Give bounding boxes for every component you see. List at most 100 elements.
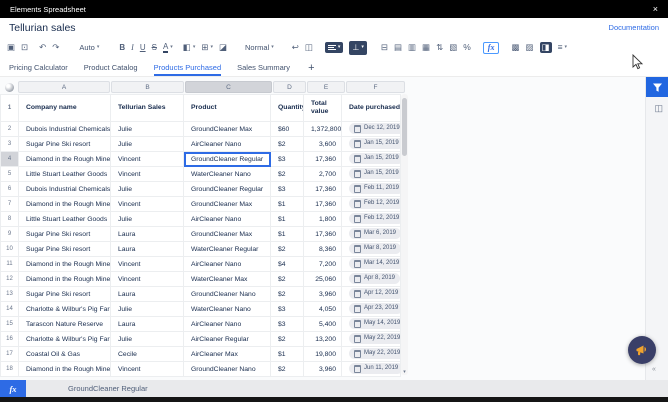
- cell-total[interactable]: 17,360: [304, 227, 342, 242]
- row-number[interactable]: 17: [1, 347, 19, 362]
- fx-function-button[interactable]: fx: [483, 42, 500, 54]
- cell-date[interactable]: Mar 6, 2019: [342, 227, 401, 242]
- cell-product[interactable]: AirCleaner Nano: [184, 317, 271, 332]
- cell-total[interactable]: 1,372,800: [304, 122, 342, 137]
- header-cell[interactable]: Date purchased: [342, 95, 401, 122]
- cell-sales[interactable]: Vincent: [111, 362, 184, 377]
- insert-chart-icon[interactable]: ▨: [526, 43, 534, 52]
- cell-product[interactable]: WaterCleaner Regular: [184, 242, 271, 257]
- cell-total[interactable]: 17,360: [304, 152, 342, 167]
- cell-total[interactable]: 17,360: [304, 182, 342, 197]
- scrollbar-thumb[interactable]: [402, 98, 407, 156]
- cell-sales[interactable]: Julie: [111, 302, 184, 317]
- freeze-panes-icon[interactable]: ⊟: [381, 43, 388, 52]
- cell-company[interactable]: Sugar Pine Ski resort: [19, 137, 111, 152]
- cell-sales[interactable]: Vincent: [111, 272, 184, 287]
- cell-date[interactable]: May 14, 2019: [342, 317, 401, 332]
- cell-date[interactable]: Jan 15, 2019: [342, 152, 401, 167]
- cell-company[interactable]: Coastal Oil & Gas: [19, 347, 111, 362]
- fill-color-icon[interactable]: ◧▾: [183, 43, 196, 52]
- header-cell[interactable]: Company name: [19, 95, 111, 122]
- paint-format-icon[interactable]: ⊡: [21, 43, 28, 52]
- row-number[interactable]: 16: [1, 332, 19, 347]
- undo-icon[interactable]: ↶: [39, 43, 46, 52]
- formula-input[interactable]: GroundCleaner Regular: [68, 384, 148, 393]
- documentation-link[interactable]: Documentation: [609, 23, 659, 32]
- row-number[interactable]: 6: [1, 182, 19, 197]
- cell-sales[interactable]: Laura: [111, 227, 184, 242]
- tab-pricing-calculator[interactable]: Pricing Calculator: [9, 63, 68, 76]
- cell-quantity[interactable]: $4: [271, 257, 304, 272]
- row-number[interactable]: 4: [1, 152, 19, 167]
- panel-toggle-icon[interactable]: ◫: [654, 103, 663, 114]
- cell-sales[interactable]: Julie: [111, 332, 184, 347]
- column-header-f[interactable]: F: [346, 81, 405, 93]
- row-number[interactable]: 8: [1, 212, 19, 227]
- cell-sales[interactable]: Julie: [111, 122, 184, 137]
- cell-sales[interactable]: Vincent: [111, 167, 184, 182]
- column-header-e[interactable]: E: [307, 81, 345, 93]
- cell-company[interactable]: Dubois Industrial Chemicals: [19, 122, 111, 137]
- strikethrough-icon[interactable]: S: [152, 44, 157, 52]
- align-horizontal-button[interactable]: ▾: [325, 42, 344, 53]
- header-cell[interactable]: Product: [184, 95, 271, 122]
- wrap-text-icon[interactable]: ↩: [292, 43, 299, 52]
- cell-date[interactable]: Jun 11, 2019: [342, 362, 401, 377]
- cell-product[interactable]: WaterCleaner Nano: [184, 167, 271, 182]
- cell-company[interactable]: Diamond in the Rough Mine: [19, 197, 111, 212]
- row-number[interactable]: 11: [1, 257, 19, 272]
- cell-product[interactable]: WaterCleaner Max: [184, 272, 271, 287]
- cell-quantity[interactable]: $3: [271, 302, 304, 317]
- filter-button[interactable]: [646, 77, 668, 97]
- cell-sales[interactable]: Laura: [111, 317, 184, 332]
- cell-company[interactable]: Sugar Pine Ski resort: [19, 287, 111, 302]
- cell-company[interactable]: Charlotte & Wilbur's Pig Farm: [19, 332, 111, 347]
- data-validation-icon[interactable]: ▧: [449, 43, 457, 52]
- cell-product[interactable]: GroundCleaner Nano: [184, 287, 271, 302]
- cell-product[interactable]: GroundCleaner Max: [184, 197, 271, 212]
- cell-quantity[interactable]: $3: [271, 152, 304, 167]
- cell-company[interactable]: Sugar Pine Ski resort: [19, 242, 111, 257]
- cell-quantity[interactable]: $2: [271, 287, 304, 302]
- cell-total[interactable]: 2,700: [304, 167, 342, 182]
- column-header-a[interactable]: A: [18, 81, 110, 93]
- cell-sales[interactable]: Cecile: [111, 347, 184, 362]
- cell-company[interactable]: Diamond in the Rough Mine: [19, 152, 111, 167]
- cell-sales[interactable]: Vincent: [111, 197, 184, 212]
- cell-product[interactable]: GroundCleaner Max: [184, 122, 271, 137]
- merge-cells-icon[interactable]: ◫: [305, 43, 313, 52]
- redo-icon[interactable]: ↷: [52, 43, 59, 52]
- insert-row-icon[interactable]: ▤: [394, 43, 402, 52]
- cell-quantity[interactable]: $2: [271, 242, 304, 257]
- row-number[interactable]: 13: [1, 287, 19, 302]
- cell-total[interactable]: 5,400: [304, 317, 342, 332]
- cell-quantity[interactable]: $3: [271, 182, 304, 197]
- font-size-select[interactable]: Auto▾: [79, 44, 99, 52]
- cell-company[interactable]: Little Stuart Leather Goods: [19, 212, 111, 227]
- text-color-icon[interactable]: A▾: [163, 43, 173, 53]
- tab-product-catalog[interactable]: Product Catalog: [84, 63, 138, 76]
- cell-company[interactable]: Diamond in the Rough Mine: [19, 272, 111, 287]
- cell-sales[interactable]: Laura: [111, 242, 184, 257]
- announcements-button[interactable]: [628, 336, 656, 364]
- cell-quantity[interactable]: $2: [271, 137, 304, 152]
- cell-total[interactable]: 8,360: [304, 242, 342, 257]
- clear-formatting-icon[interactable]: ◪: [219, 43, 227, 52]
- cell-total[interactable]: 1,800: [304, 212, 342, 227]
- number-format-icon[interactable]: %: [463, 43, 471, 52]
- cell-total[interactable]: 19,800: [304, 347, 342, 362]
- cell-date[interactable]: May 22, 2019: [342, 347, 401, 362]
- cell-date[interactable]: Apr 12, 2019: [342, 287, 401, 302]
- cell-total[interactable]: 3,960: [304, 362, 342, 377]
- cell-company[interactable]: Dubois Industrial Chemicals: [19, 182, 111, 197]
- cell-sales[interactable]: Julie: [111, 182, 184, 197]
- sort-icon[interactable]: ⇅: [436, 43, 443, 52]
- cell-total[interactable]: 4,050: [304, 302, 342, 317]
- cell-quantity[interactable]: $3: [271, 317, 304, 332]
- cell-quantity[interactable]: $2: [271, 362, 304, 377]
- cell-company[interactable]: Little Stuart Leather Goods: [19, 167, 111, 182]
- tab-sales-summary[interactable]: Sales Summary: [237, 63, 290, 76]
- insert-table-icon[interactable]: ▩: [511, 43, 519, 52]
- cell-quantity[interactable]: $1: [271, 197, 304, 212]
- column-header-d[interactable]: D: [273, 81, 306, 93]
